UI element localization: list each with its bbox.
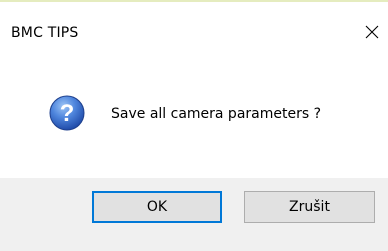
dialog-content: ? Save all camera parameters ?	[0, 50, 388, 178]
close-button[interactable]	[356, 15, 388, 47]
cancel-button[interactable]: Zrušit	[244, 191, 375, 223]
close-icon	[365, 25, 379, 39]
window-title: BMC TIPS	[11, 25, 79, 41]
question-icon: ?	[49, 95, 85, 131]
ok-button[interactable]: OK	[92, 191, 222, 223]
window-top-border	[0, 0, 388, 2]
message-dialog: BMC TIPS ? Save all camera parameters ? …	[0, 0, 388, 251]
message-text: Save all camera parameters ?	[111, 106, 322, 122]
svg-text:?: ?	[60, 100, 75, 127]
